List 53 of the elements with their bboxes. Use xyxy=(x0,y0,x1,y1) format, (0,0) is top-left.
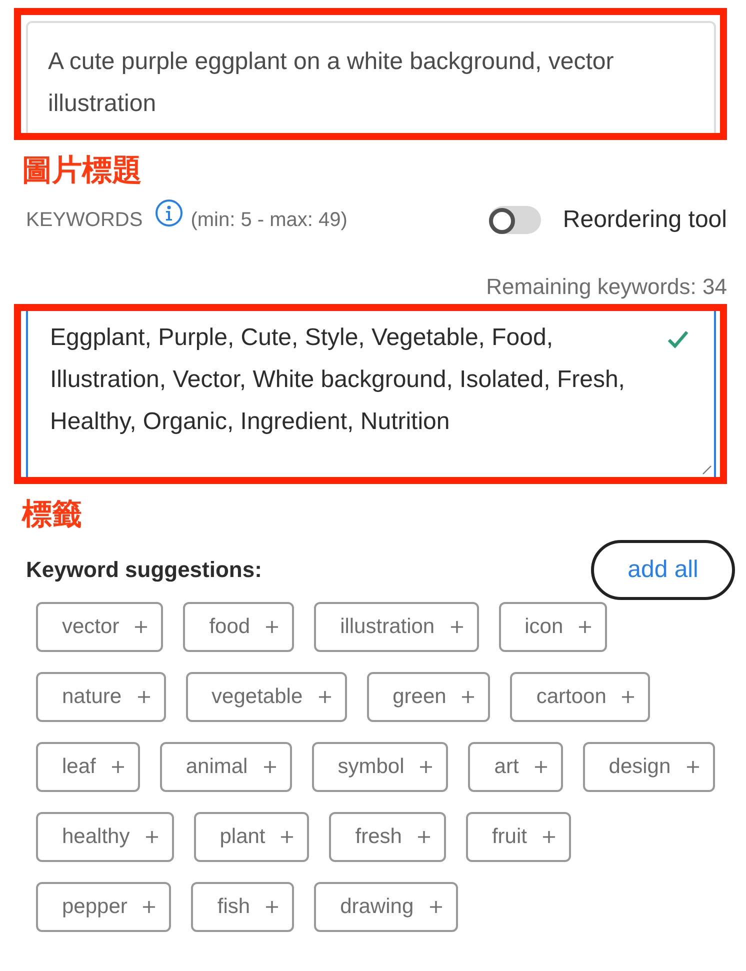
keywords-field[interactable]: Eggplant, Purple, Cute, Style, Vegetable, Food, Illustration, Vector, White background, Isolated, Fresh, Healthy, Organic, Ingredient, Nutrition xyxy=(26,311,716,477)
plus-icon xyxy=(264,761,276,773)
plus-icon xyxy=(266,621,278,633)
suggestions-heading: Keyword suggestions: xyxy=(26,557,262,583)
plus-icon xyxy=(143,901,156,913)
keyword-chip[interactable]: vegetable xyxy=(186,672,347,722)
remaining-count: Remaining keywords: 34 xyxy=(486,274,727,299)
keyword-chip[interactable]: fruit xyxy=(466,812,571,862)
plus-icon xyxy=(462,691,474,703)
plus-icon xyxy=(534,761,547,773)
keyword-chip[interactable]: drawing xyxy=(314,882,458,932)
keyword-chip[interactable]: cartoon xyxy=(510,672,650,722)
plus-icon xyxy=(450,621,463,633)
keyword-chip[interactable]: nature xyxy=(36,672,166,722)
reordering-label: Reordering tool xyxy=(562,206,727,234)
keyword-chip[interactable]: symbol xyxy=(312,742,448,792)
keyword-chip[interactable]: healthy xyxy=(36,812,174,862)
plus-icon xyxy=(281,831,294,843)
keyword-chip[interactable]: art xyxy=(468,742,563,792)
reordering-switch[interactable] xyxy=(488,206,541,234)
annotation-label: 圖片標題 xyxy=(22,154,142,188)
annotation-label: 標籤 xyxy=(22,498,82,532)
plus-icon xyxy=(146,831,158,843)
keyword-limits: (min: 5 - max: 49) xyxy=(190,208,348,232)
keyword-chip[interactable]: food xyxy=(183,602,294,652)
keyword-chip[interactable]: fish xyxy=(191,882,294,932)
plus-icon xyxy=(430,901,442,913)
title-field[interactable]: A cute purple eggplant on a white background, vector illustration xyxy=(26,21,716,133)
add-all-button[interactable]: add all xyxy=(591,540,735,600)
plus-icon xyxy=(542,831,555,843)
keyword-chip[interactable]: design xyxy=(582,742,715,792)
keyword-chip[interactable]: leaf xyxy=(36,742,140,792)
keyword-chip[interactable]: green xyxy=(366,672,490,722)
keywords-label: KEYWORDS xyxy=(26,208,143,232)
info-icon[interactable] xyxy=(154,199,183,227)
plus-icon xyxy=(418,831,430,843)
plus-icon xyxy=(135,621,148,633)
plus-icon xyxy=(318,691,331,703)
plus-icon xyxy=(112,761,124,773)
plus-icon xyxy=(579,621,592,633)
keyword-chip[interactable]: icon xyxy=(498,602,608,652)
keyword-chip[interactable]: pepper xyxy=(36,882,172,932)
keyword-chip[interactable]: animal xyxy=(160,742,292,792)
plus-icon xyxy=(266,901,278,913)
plus-icon xyxy=(138,691,150,703)
keyword-chip[interactable]: vector xyxy=(36,602,164,652)
keyword-chip[interactable]: plant xyxy=(194,812,310,862)
keyword-chip[interactable]: fresh xyxy=(329,812,446,862)
keyword-chip[interactable]: illustration xyxy=(314,602,479,652)
plus-icon xyxy=(420,761,432,773)
resize-grip-icon[interactable] xyxy=(702,465,712,475)
plus-icon xyxy=(622,691,634,703)
plus-icon xyxy=(686,761,699,773)
